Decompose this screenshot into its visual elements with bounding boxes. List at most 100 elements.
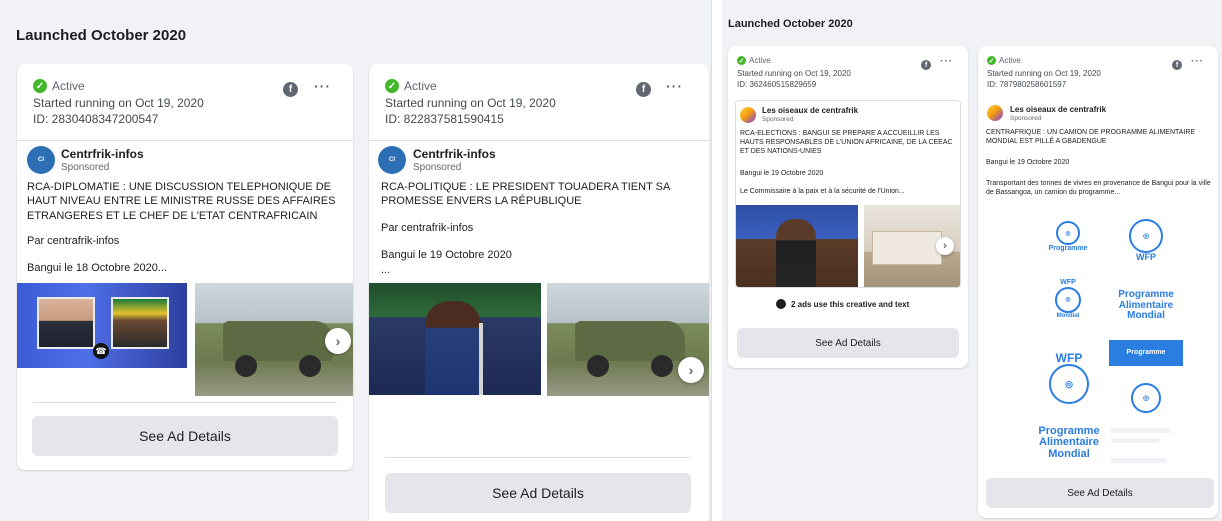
status-label: Active bbox=[749, 56, 771, 65]
divider bbox=[33, 402, 337, 403]
more-horizontal-icon[interactable]: ··· bbox=[314, 78, 331, 94]
ad-card: ✓ Active Started running on Oct 19, 2020… bbox=[369, 64, 709, 521]
wfp-tile: Programme Alimentaire Mondial bbox=[1033, 420, 1105, 466]
wheel bbox=[299, 355, 321, 377]
ad-dateline: Bangui le 19 Octobre 2020 bbox=[986, 159, 1070, 166]
status-row: ✓ Active bbox=[737, 56, 771, 65]
more-horizontal-icon[interactable]: ··· bbox=[666, 78, 683, 94]
creative-stack-icon bbox=[776, 299, 786, 309]
ad-excerpt: Le Commissaire à la paix et à la sécurit… bbox=[740, 188, 905, 195]
page-name[interactable]: Les oiseaux de centrafrik bbox=[1010, 105, 1106, 114]
caption-placeholder bbox=[1111, 438, 1159, 443]
facebook-icon: f bbox=[283, 82, 298, 97]
started-running: Started running on Oct 19, 2020 bbox=[33, 96, 204, 110]
started-running: Started running on Oct 19, 2020 bbox=[385, 96, 556, 110]
caption-placeholder bbox=[1111, 458, 1167, 463]
more-horizontal-icon[interactable]: ··· bbox=[940, 56, 953, 67]
wfp-label: WFP bbox=[1060, 279, 1076, 287]
more-horizontal-icon[interactable]: ··· bbox=[1191, 56, 1204, 67]
see-ad-details-button[interactable]: See Ad Details bbox=[385, 473, 691, 513]
wheel bbox=[651, 355, 673, 377]
started-running: Started running on Oct 19, 2020 bbox=[987, 69, 1101, 78]
portrait-right bbox=[111, 297, 169, 349]
portrait-left bbox=[37, 297, 95, 349]
section-title: Launched October 2020 bbox=[16, 27, 187, 44]
page-name[interactable]: Les oiseaux de centrafrik bbox=[762, 106, 858, 115]
microphone-stand bbox=[479, 323, 483, 395]
ad-body-text: RCA-ELECTIONS : BANGUI SE PREPARE A ACCU… bbox=[740, 130, 953, 156]
ad-dateline: Bangui le 18 Octobre 2020... bbox=[27, 262, 168, 274]
building-shape bbox=[872, 231, 942, 265]
ad-id: ID: 2830408347200547 bbox=[33, 112, 159, 126]
ad-excerpt: Transportant des tonnes de vivres en pro… bbox=[986, 180, 1211, 197]
wheel bbox=[235, 355, 257, 377]
wfp-label: Programme bbox=[1126, 349, 1166, 357]
check-circle-icon: ✓ bbox=[33, 79, 47, 93]
page-avatar[interactable]: CI bbox=[27, 146, 55, 174]
wheel bbox=[587, 355, 609, 377]
ad-dateline: Bangui le 19 Octobre 2020 bbox=[381, 249, 512, 261]
wfp-tile: WFP ◎ bbox=[1033, 338, 1105, 418]
facebook-icon: f bbox=[1172, 60, 1182, 70]
ad-card: ✓ Active Started running on Oct 19, 2020… bbox=[17, 64, 353, 470]
wfp-image-collage[interactable]: ◎ Programme ◎ WFP WFP ◎ Mondial Programm… bbox=[1033, 206, 1183, 468]
see-ad-details-button[interactable]: See Ad Details bbox=[32, 416, 338, 456]
wfp-emblem-icon: ◎ bbox=[1055, 286, 1081, 313]
sponsored-label: Sponsored bbox=[762, 116, 794, 123]
ad-ellipsis: ... bbox=[381, 264, 391, 276]
ad-dateline: Bangui le 19 Octobre 2020 bbox=[740, 170, 824, 177]
shared-creative-text: 2 ads use this creative and text bbox=[791, 299, 910, 309]
status-row: ✓ Active bbox=[33, 79, 85, 93]
page-avatar[interactable]: CI bbox=[378, 146, 406, 174]
see-ad-details-button[interactable]: See Ad Details bbox=[986, 478, 1214, 508]
status-row: ✓ Active bbox=[385, 79, 437, 93]
facebook-icon: f bbox=[921, 60, 931, 70]
status-label: Active bbox=[999, 56, 1021, 65]
person-shape bbox=[425, 301, 481, 395]
right-panel: Launched October 2020 ✓ Active Started r… bbox=[722, 0, 1222, 521]
chevron-right-icon[interactable]: › bbox=[325, 328, 351, 354]
left-panel: Launched October 2020 ✓ Active Started r… bbox=[0, 0, 712, 521]
wfp-label: WFP bbox=[1136, 252, 1156, 263]
ad-card: ✓ Active Started running on Oct 19, 2020… bbox=[978, 46, 1218, 518]
carousel-image-call[interactable]: ☎ bbox=[17, 283, 187, 368]
status-label: Active bbox=[52, 79, 85, 93]
page-name[interactable]: Centrfrik-infos bbox=[413, 147, 496, 161]
ad-author: Par centrafrik-infos bbox=[27, 235, 120, 247]
wfp-tile: ◎ WFP bbox=[1109, 208, 1183, 274]
ad-id: ID: 362460515829659 bbox=[737, 80, 817, 89]
caption-placeholder bbox=[1111, 428, 1171, 433]
check-circle-icon: ✓ bbox=[987, 56, 996, 65]
person-shape bbox=[776, 219, 816, 287]
wfp-tile: Programme Alimentaire Mondial bbox=[1109, 278, 1183, 334]
chevron-right-icon[interactable]: › bbox=[936, 237, 954, 255]
wfp-label: Mondial bbox=[1048, 447, 1090, 460]
sponsored-label: Sponsored bbox=[413, 162, 462, 173]
wfp-label: Mondial bbox=[1056, 312, 1080, 319]
check-circle-icon: ✓ bbox=[737, 56, 746, 65]
divider bbox=[369, 140, 709, 141]
page-avatar[interactable] bbox=[987, 105, 1003, 121]
wfp-emblem-icon: ◎ bbox=[1131, 383, 1161, 413]
page-avatar[interactable] bbox=[740, 107, 756, 123]
wfp-tile: ◎ Programme bbox=[1033, 208, 1103, 266]
chevron-right-icon[interactable]: › bbox=[678, 357, 704, 383]
ad-body-text: RCA-POLITIQUE : LE PRESIDENT TOUADERA TI… bbox=[381, 181, 670, 208]
wfp-label: Programme bbox=[1048, 245, 1088, 253]
carousel-image-president[interactable] bbox=[369, 283, 541, 395]
check-circle-icon: ✓ bbox=[385, 79, 399, 93]
wfp-tile: ◎ bbox=[1109, 374, 1183, 422]
ad-body-text: RCA-DIPLOMATIE : UNE DISCUSSION TELEPHON… bbox=[27, 181, 336, 222]
shared-creative-note: 2 ads use this creative and text bbox=[776, 299, 909, 309]
ad-body-text: CENTRAFRIQUE : UN CAMION DE PROGRAMME AL… bbox=[986, 129, 1196, 146]
ad-id: ID: 822837581590415 bbox=[385, 112, 504, 126]
wfp-emblem-icon: ◎ bbox=[1049, 364, 1089, 405]
divider bbox=[17, 140, 353, 141]
wfp-emblem-icon: ◎ bbox=[1056, 221, 1080, 246]
carousel-image-official[interactable] bbox=[736, 205, 858, 287]
page-name[interactable]: Centrfrik-infos bbox=[61, 147, 144, 161]
vehicle-shape bbox=[575, 321, 685, 361]
wfp-label: WFP bbox=[1055, 350, 1083, 365]
see-ad-details-button[interactable]: See Ad Details bbox=[737, 328, 959, 358]
facebook-icon: f bbox=[636, 82, 651, 97]
